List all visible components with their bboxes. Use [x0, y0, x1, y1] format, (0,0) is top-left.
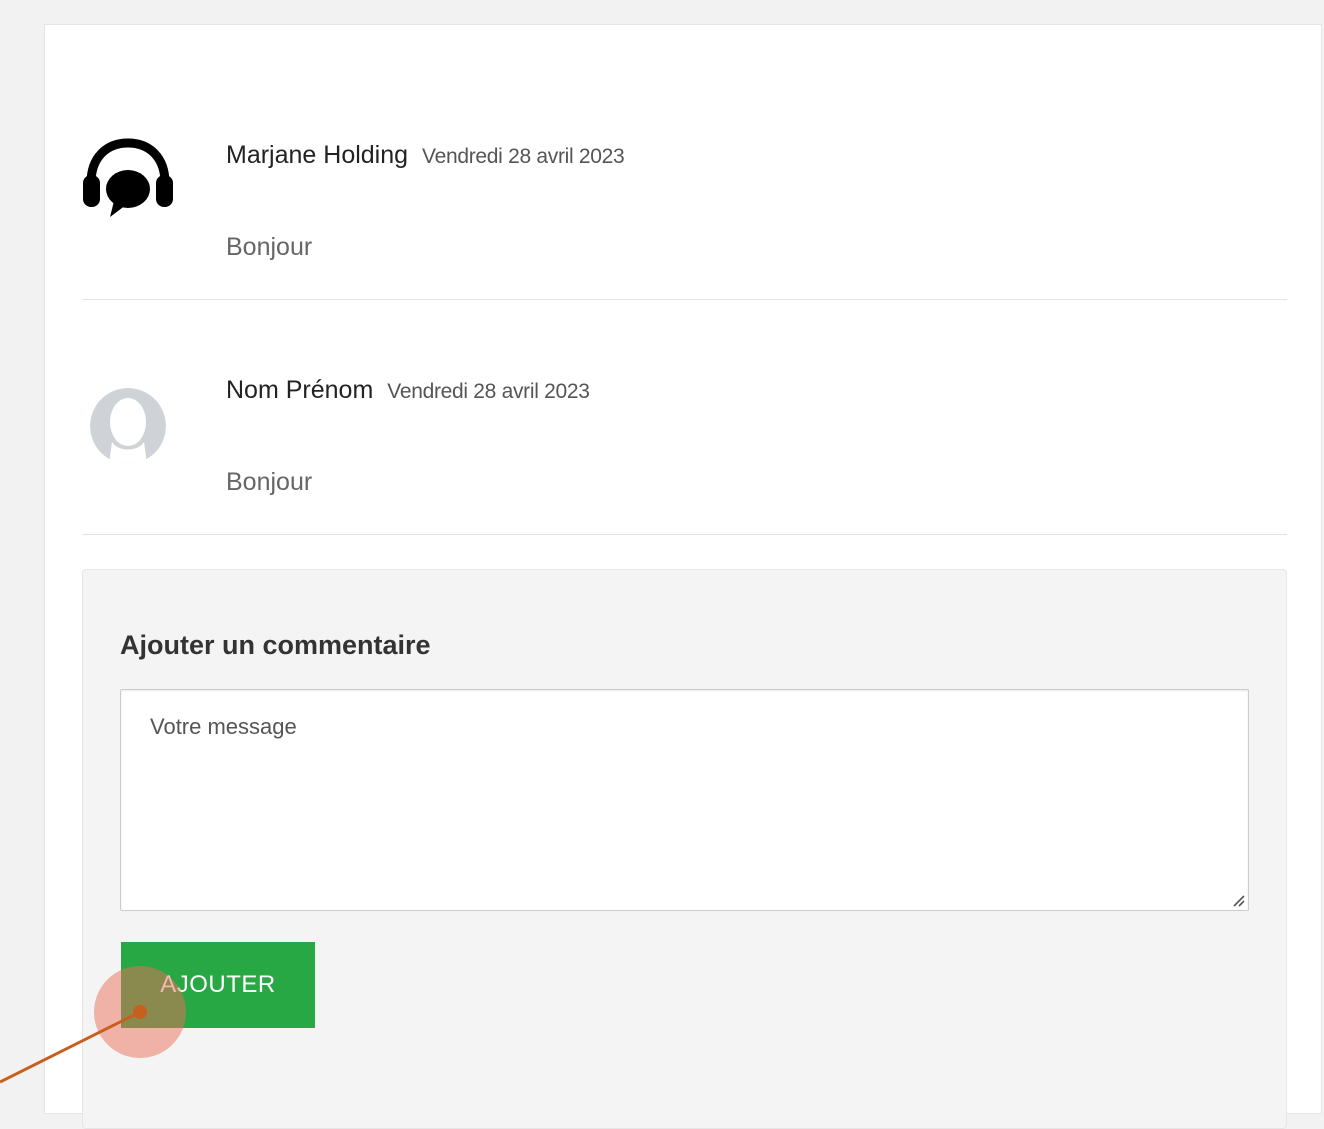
comments-card: Marjane Holding Vendredi 28 avril 2023 Bo…	[44, 24, 1322, 1129]
comment-item: Nom Prénom Vendredi 28 avril 2023 Bonjour	[82, 350, 1287, 535]
default-user-icon	[82, 380, 174, 472]
comment-date: Vendredi 28 avril 2023	[387, 380, 590, 403]
resize-handle-icon[interactable]	[1229, 891, 1245, 907]
headset-chat-icon	[82, 131, 174, 223]
form-title: Ajouter un commentaire	[120, 630, 431, 660]
message-textarea[interactable]	[120, 689, 1249, 911]
comment-body: Bonjour	[226, 468, 313, 496]
comment-meta: Nom Prénom Vendredi 28 avril 2023	[226, 376, 590, 405]
comment-body: Bonjour	[226, 233, 313, 261]
add-comment-form: Ajouter un commentaire AJOUTER	[82, 569, 1287, 1129]
click-point	[133, 1005, 147, 1019]
comment-author: Nom Prénom	[226, 376, 374, 404]
comment-meta: Marjane Holding Vendredi 28 avril 2023	[226, 141, 625, 170]
comment-author: Marjane Holding	[226, 141, 409, 169]
comment-date: Vendredi 28 avril 2023	[422, 145, 625, 168]
comment-item: Marjane Holding Vendredi 28 avril 2023 Bo…	[82, 115, 1287, 300]
